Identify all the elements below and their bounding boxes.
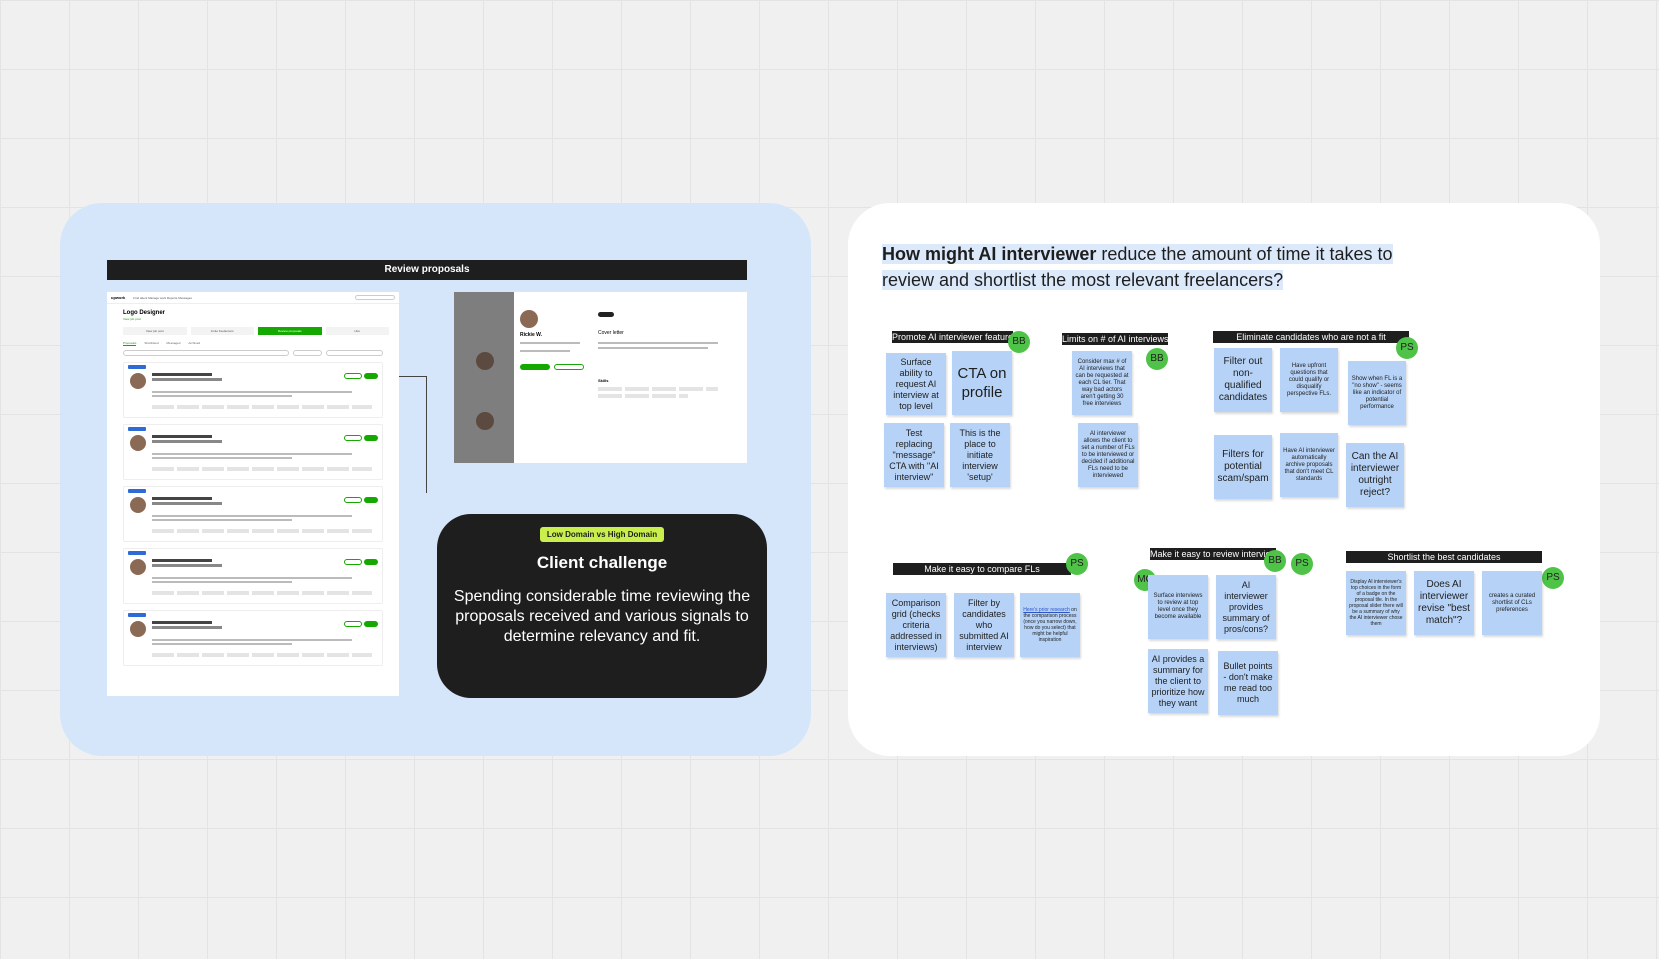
challenge-title: Client challenge bbox=[536, 553, 668, 572]
screenshot-message-button bbox=[554, 364, 584, 370]
screenshot-step-active: Review proposals bbox=[258, 327, 322, 335]
sticky-note[interactable]: Bullet points - don't make me read too m… bbox=[1218, 651, 1278, 715]
collaborator-avatar: BB bbox=[1008, 331, 1030, 353]
screenshot-nav-links: Find talent Manage work Reports Messages bbox=[133, 295, 192, 300]
sticky-note[interactable]: CTA on profile bbox=[952, 351, 1012, 415]
screenshot-profile-name: Rickie W. bbox=[520, 332, 542, 338]
screenshot-proposal-card bbox=[123, 548, 383, 604]
sticky-note[interactable]: Show when FL is a "no show" - seems like… bbox=[1348, 361, 1406, 425]
hmw-bold: How might AI interviewer bbox=[882, 244, 1097, 264]
screenshot-tab: Proposals bbox=[123, 341, 137, 346]
sticky-note[interactable]: Surface ability to request AI interview … bbox=[886, 353, 946, 415]
collaborator-avatar: PS bbox=[1396, 337, 1418, 359]
flow-connector-line bbox=[399, 376, 427, 493]
cluster-label-compare: Make it easy to compare FLs bbox=[893, 563, 1071, 575]
client-challenge-card: Low Domain vs High Domain Client challen… bbox=[437, 514, 767, 698]
collaborator-avatar: PS bbox=[1291, 553, 1313, 575]
screenshot-skills-heading: Skills bbox=[598, 378, 609, 383]
sticky-note[interactable]: This is the place to initiate interview … bbox=[950, 423, 1010, 487]
cluster-label-eliminate: Eliminate candidates who are not a fit bbox=[1213, 331, 1409, 343]
hmw-question: How might AI interviewer reduce the amou… bbox=[882, 241, 1422, 293]
screenshot-dimmed-list bbox=[454, 292, 514, 463]
cluster-label-promote: Promote AI interviewer feature bbox=[892, 331, 1013, 343]
screenshot-step: Hire bbox=[325, 327, 389, 335]
sticky-note[interactable]: Surface interviews to review at top leve… bbox=[1148, 575, 1208, 639]
sticky-note[interactable]: AI interviewer provides summary of pros/… bbox=[1216, 575, 1276, 639]
cluster-label-limits: Limits on # of AI interviews bbox=[1062, 333, 1168, 345]
how-might-we-panel: How might AI interviewer reduce the amou… bbox=[848, 203, 1600, 756]
sticky-note[interactable]: Filter out non-qualified candidates bbox=[1214, 348, 1272, 412]
sticky-note-text: on the comparison process (once you narr… bbox=[1023, 607, 1077, 643]
screenshot-cover-heading: Cover letter bbox=[598, 330, 624, 336]
review-proposals-panel: Review proposals upwork Find talent Mana… bbox=[60, 203, 811, 756]
screenshot-profile-avatar bbox=[520, 310, 538, 328]
challenge-body: Spending considerable time reviewing the… bbox=[453, 588, 751, 645]
cluster-label-shortlist: Shortlist the best candidates bbox=[1346, 551, 1542, 563]
sticky-note[interactable]: Display AI interviewer's top choices in … bbox=[1346, 571, 1406, 635]
screenshot-proposal-card bbox=[123, 486, 383, 542]
screenshot-step: Invite freelancers bbox=[190, 327, 254, 335]
sticky-note[interactable]: Filter by candidates who submitted AI in… bbox=[954, 593, 1014, 657]
screenshot-job-sub: View job post bbox=[123, 317, 141, 321]
cluster-label-review: Make it easy to review interviews bbox=[1150, 548, 1276, 560]
screenshot-cover-tab bbox=[598, 312, 614, 317]
screenshot-step: View job post bbox=[123, 327, 187, 335]
collaborator-avatar: PS bbox=[1542, 567, 1564, 589]
screenshot-proposal-card bbox=[123, 362, 383, 418]
sticky-note[interactable]: Have AI interviewer automatically archiv… bbox=[1280, 433, 1338, 497]
sticky-note[interactable]: Comparison grid (checks criteria address… bbox=[886, 593, 946, 657]
screenshot-filter-button bbox=[293, 350, 323, 356]
screenshot-steps: View job post Invite freelancers Review … bbox=[123, 327, 389, 335]
proposal-detail-screenshot: Rickie W. Cover letter Skills bbox=[454, 292, 747, 463]
sticky-note[interactable]: Test replacing "message" CTA with "AI in… bbox=[884, 423, 944, 487]
screenshot-profile-slider: Rickie W. Cover letter Skills bbox=[514, 292, 747, 463]
screenshot-tabs: Proposals Shortlisted Messaged Archived bbox=[123, 341, 399, 346]
collaborator-avatar: PS bbox=[1066, 553, 1088, 575]
collaborator-avatar: BB bbox=[1264, 550, 1286, 572]
screenshot-tab: Archived bbox=[188, 341, 201, 345]
flow-connector-end bbox=[399, 493, 400, 494]
screenshot-tab: Shortlisted bbox=[144, 341, 159, 345]
screenshot-sort-select bbox=[326, 350, 383, 356]
screenshot-top-nav: upwork Find talent Manage work Reports M… bbox=[107, 292, 399, 304]
sticky-note[interactable]: Can the AI interviewer outright reject? bbox=[1346, 443, 1404, 507]
screenshot-tab: Messaged bbox=[166, 341, 181, 345]
collaborator-avatar: BB bbox=[1146, 348, 1168, 370]
sticky-note[interactable]: AI provides a summary for the client to … bbox=[1148, 649, 1208, 713]
sticky-note[interactable]: Consider max # of AI interviews that can… bbox=[1072, 351, 1132, 415]
screenshot-filter-search bbox=[123, 350, 289, 356]
sticky-note[interactable]: Does AI interviewer revise "best match"? bbox=[1414, 571, 1474, 635]
screenshot-proposal-card bbox=[123, 610, 383, 666]
screenshot-job-title: Logo Designer bbox=[123, 310, 166, 316]
proposals-list-screenshot: upwork Find talent Manage work Reports M… bbox=[107, 292, 399, 696]
sticky-note[interactable]: Filters for potential scam/spam bbox=[1214, 435, 1272, 499]
sticky-note[interactable]: creates a curated shortlist of CLs prefe… bbox=[1482, 571, 1542, 635]
screenshot-search-box bbox=[355, 295, 395, 300]
screenshot-hire-button bbox=[520, 364, 550, 370]
screenshot-proposal-card bbox=[123, 424, 383, 480]
review-proposals-header: Review proposals bbox=[107, 260, 747, 280]
sticky-note[interactable]: Have upfront questions that could qualif… bbox=[1280, 348, 1338, 412]
whiteboard-canvas: Review proposals upwork Find talent Mana… bbox=[0, 0, 1659, 959]
screenshot-logo: upwork bbox=[111, 295, 126, 300]
sticky-note[interactable]: AI interviewer allows the client to set … bbox=[1078, 423, 1138, 487]
sticky-note[interactable]: Here's prior research on the comparison … bbox=[1020, 593, 1080, 657]
screenshot-filter-row bbox=[123, 350, 383, 356]
challenge-badge: Low Domain vs High Domain bbox=[539, 527, 665, 542]
